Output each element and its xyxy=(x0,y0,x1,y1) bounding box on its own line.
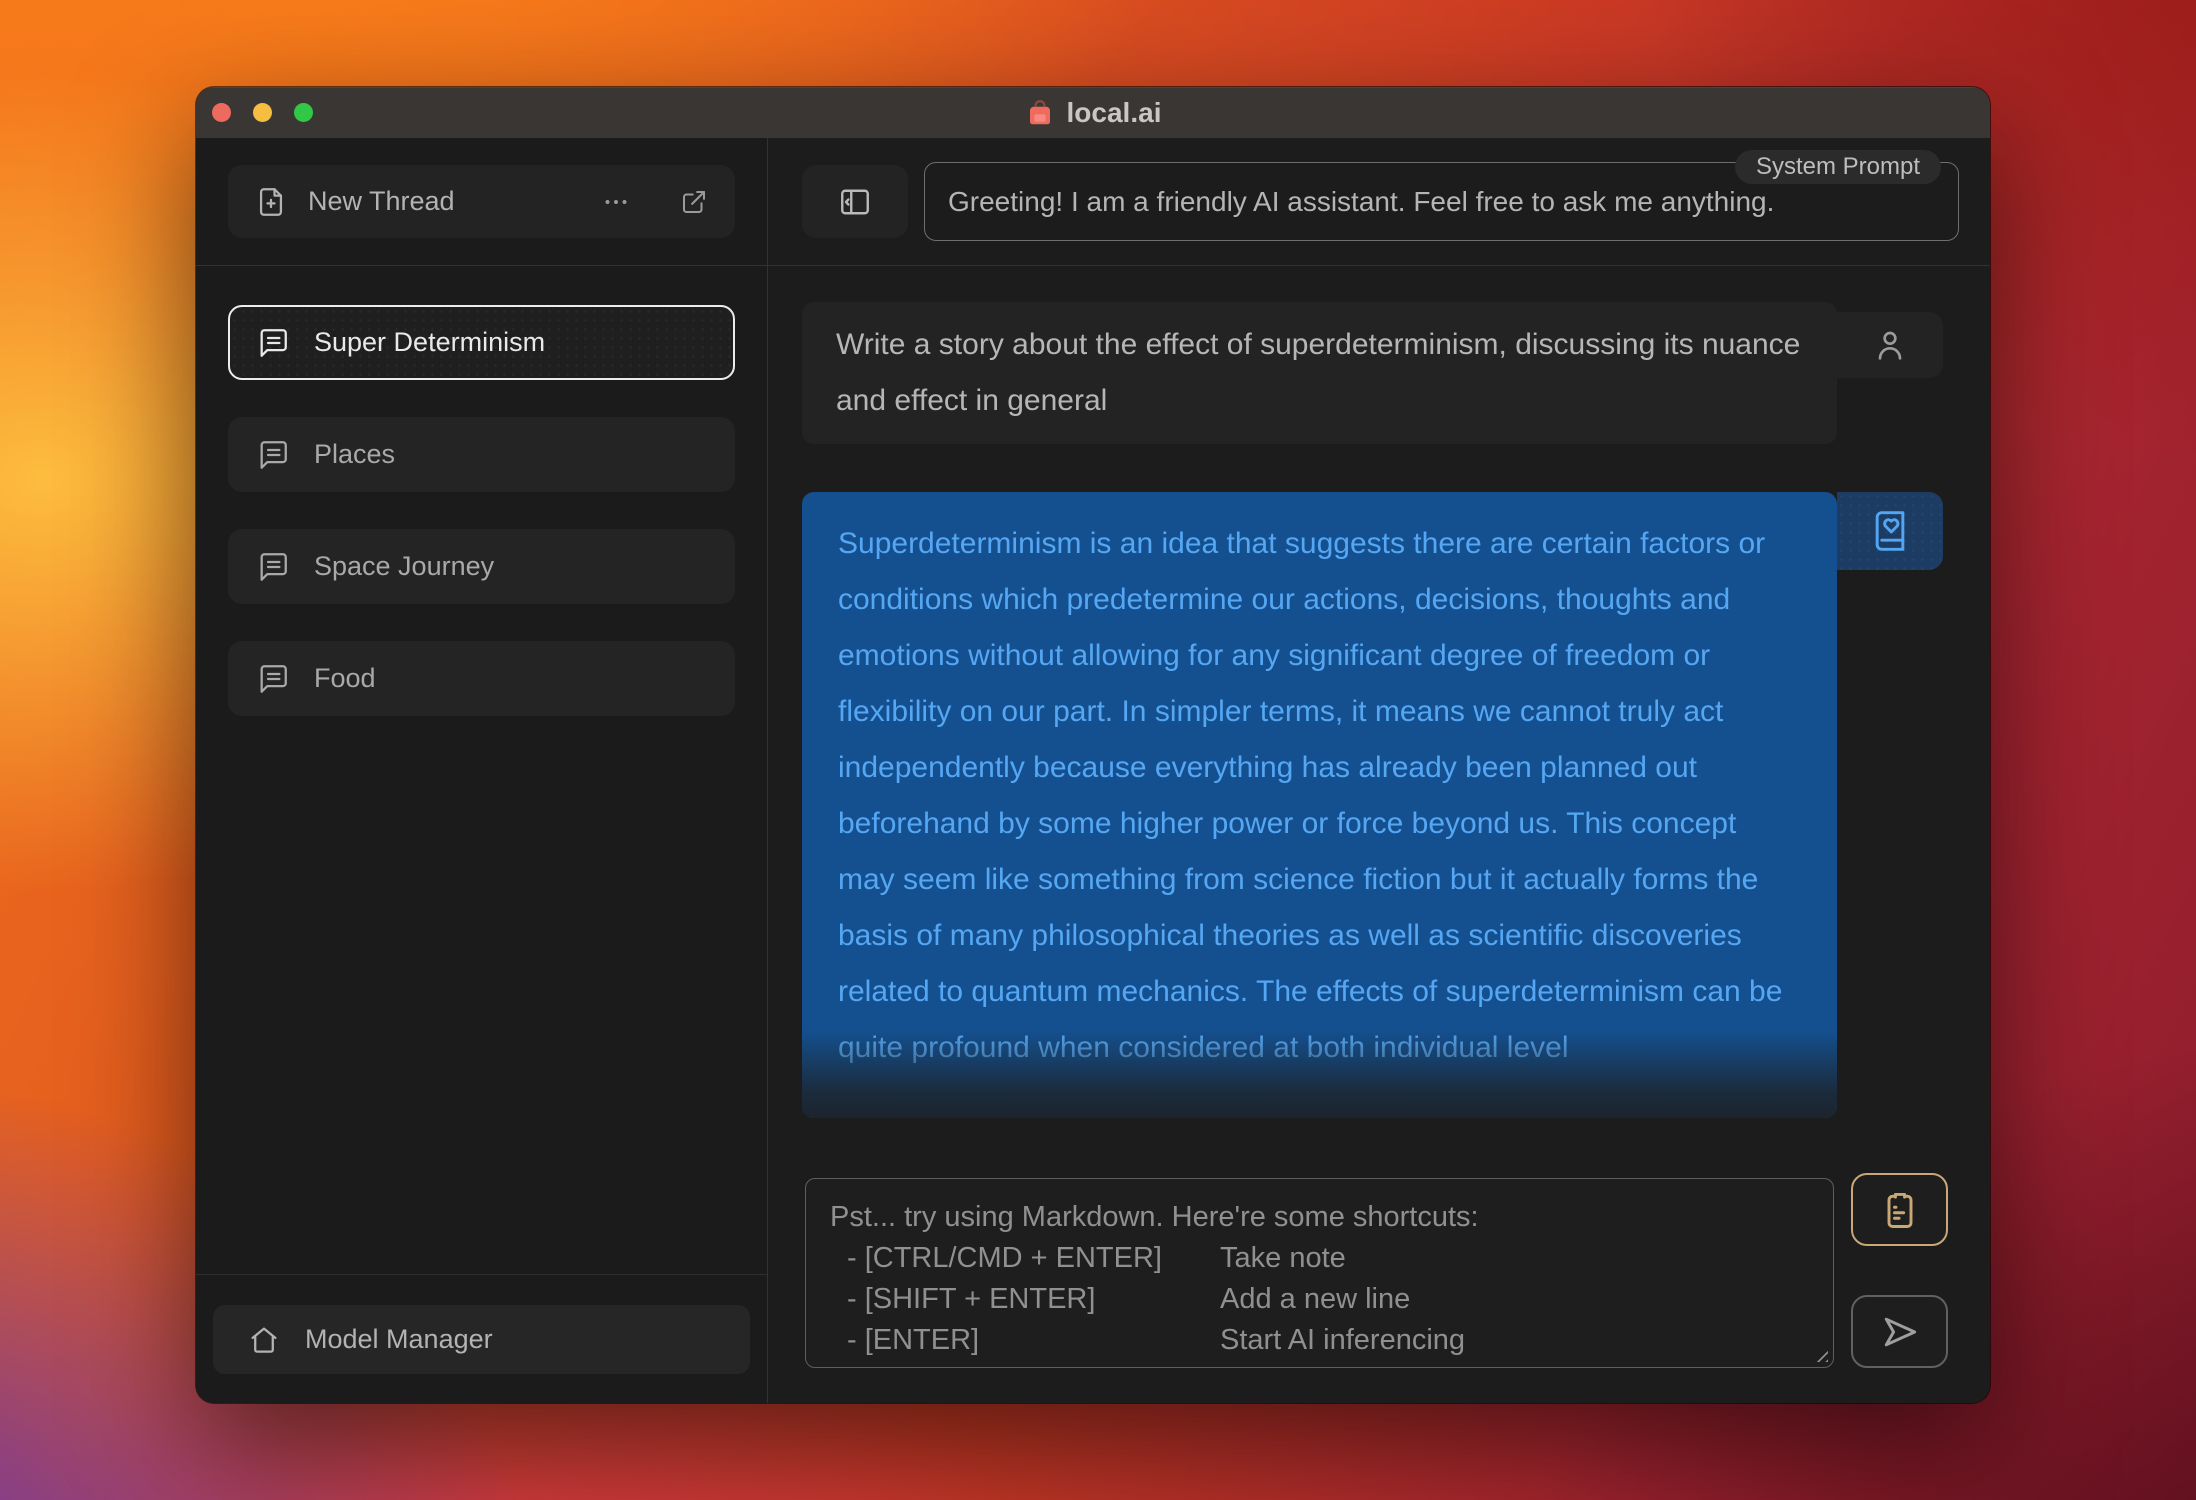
model-manager-label: Model Manager xyxy=(305,1324,493,1355)
main-panel: Greeting! I am a friendly AI assistant. … xyxy=(768,138,1990,1403)
thread-label: Places xyxy=(314,439,395,470)
thread-label: Food xyxy=(314,663,376,694)
system-prompt-badge: System Prompt xyxy=(1735,150,1941,184)
ai-note-chip[interactable] xyxy=(1837,492,1943,570)
ai-message-row: Superdeterminism is an idea that suggest… xyxy=(802,492,1990,1118)
thread-list: Super Determinism Places Space Journey xyxy=(196,266,767,1274)
home-icon xyxy=(247,1323,281,1357)
app-window: local.ai New Thread xyxy=(196,87,1990,1403)
composer: Pst... try using Markdown. Here're some … xyxy=(768,1178,1990,1403)
person-icon xyxy=(1870,325,1910,365)
model-manager-button[interactable]: Model Manager xyxy=(213,1305,750,1374)
close-button[interactable] xyxy=(212,103,231,122)
send-button[interactable] xyxy=(1851,1295,1948,1368)
shortcut-keys: - [SHIFT + ENTER] xyxy=(830,1279,1220,1320)
user-avatar-chip xyxy=(1837,312,1943,378)
thread-item-space-journey[interactable]: Space Journey xyxy=(228,529,735,604)
take-note-button[interactable] xyxy=(1851,1173,1948,1246)
thread-item-places[interactable]: Places xyxy=(228,417,735,492)
resize-handle[interactable] xyxy=(1811,1345,1828,1362)
composer-input[interactable]: Pst... try using Markdown. Here're some … xyxy=(805,1178,1834,1368)
clipboard-list-icon xyxy=(1878,1188,1922,1232)
minimize-button[interactable] xyxy=(253,103,272,122)
chat-bubble-icon xyxy=(256,438,290,472)
thread-item-food[interactable]: Food xyxy=(228,641,735,716)
sidebar: New Thread xyxy=(196,138,768,1403)
sidebar-header: New Thread xyxy=(196,138,767,266)
chat-area: Write a story about the effect of superd… xyxy=(768,266,1990,1178)
panel-left-icon xyxy=(837,184,873,220)
shortcut-action: Take note xyxy=(1220,1238,1346,1279)
user-message-bubble: Write a story about the effect of superd… xyxy=(802,302,1837,444)
ai-message-bubble: Superdeterminism is an idea that suggest… xyxy=(802,492,1837,1118)
main-header: Greeting! I am a friendly AI assistant. … xyxy=(768,138,1990,266)
backpack-icon xyxy=(1025,98,1055,128)
composer-buttons xyxy=(1851,1173,1948,1368)
chat-bubble-icon xyxy=(256,550,290,584)
shortcut-keys: - [ENTER] xyxy=(830,1320,1220,1361)
window-title: local.ai xyxy=(1025,97,1162,129)
composer-placeholder-intro: Pst... try using Markdown. Here're some … xyxy=(830,1197,1809,1238)
open-external-icon[interactable] xyxy=(679,187,709,217)
shortcut-row: - [ENTER] Start AI inferencing xyxy=(830,1320,1809,1361)
thread-item-super-determinism[interactable]: Super Determinism xyxy=(228,305,735,380)
sidebar-bottom: Model Manager xyxy=(196,1274,767,1403)
system-prompt-value: Greeting! I am a friendly AI assistant. … xyxy=(948,186,1774,218)
sidebar-toggle-button[interactable] xyxy=(802,165,908,238)
new-thread-button[interactable]: New Thread xyxy=(228,165,735,238)
chat-bubble-icon xyxy=(256,662,290,696)
shortcut-action: Add a new line xyxy=(1220,1279,1410,1320)
shortcut-action: Start AI inferencing xyxy=(1220,1320,1465,1361)
thread-label: Space Journey xyxy=(314,551,494,582)
shortcut-row: - [SHIFT + ENTER] Add a new line xyxy=(830,1279,1809,1320)
traffic-lights xyxy=(212,87,313,138)
file-plus-icon xyxy=(254,185,288,219)
zoom-button[interactable] xyxy=(294,103,313,122)
chat-bubble-icon xyxy=(256,326,290,360)
send-icon xyxy=(1878,1310,1922,1354)
shortcut-row: - [CTRL/CMD + ENTER] Take note xyxy=(830,1238,1809,1279)
shortcut-keys: - [CTRL/CMD + ENTER] xyxy=(830,1238,1220,1279)
book-heart-icon xyxy=(1868,509,1912,553)
more-options-icon[interactable] xyxy=(599,185,633,219)
new-thread-label: New Thread xyxy=(308,186,455,217)
thread-label: Super Determinism xyxy=(314,327,545,358)
user-message-row: Write a story about the effect of superd… xyxy=(802,302,1990,444)
titlebar: local.ai xyxy=(196,87,1990,138)
app-title: local.ai xyxy=(1067,97,1162,129)
